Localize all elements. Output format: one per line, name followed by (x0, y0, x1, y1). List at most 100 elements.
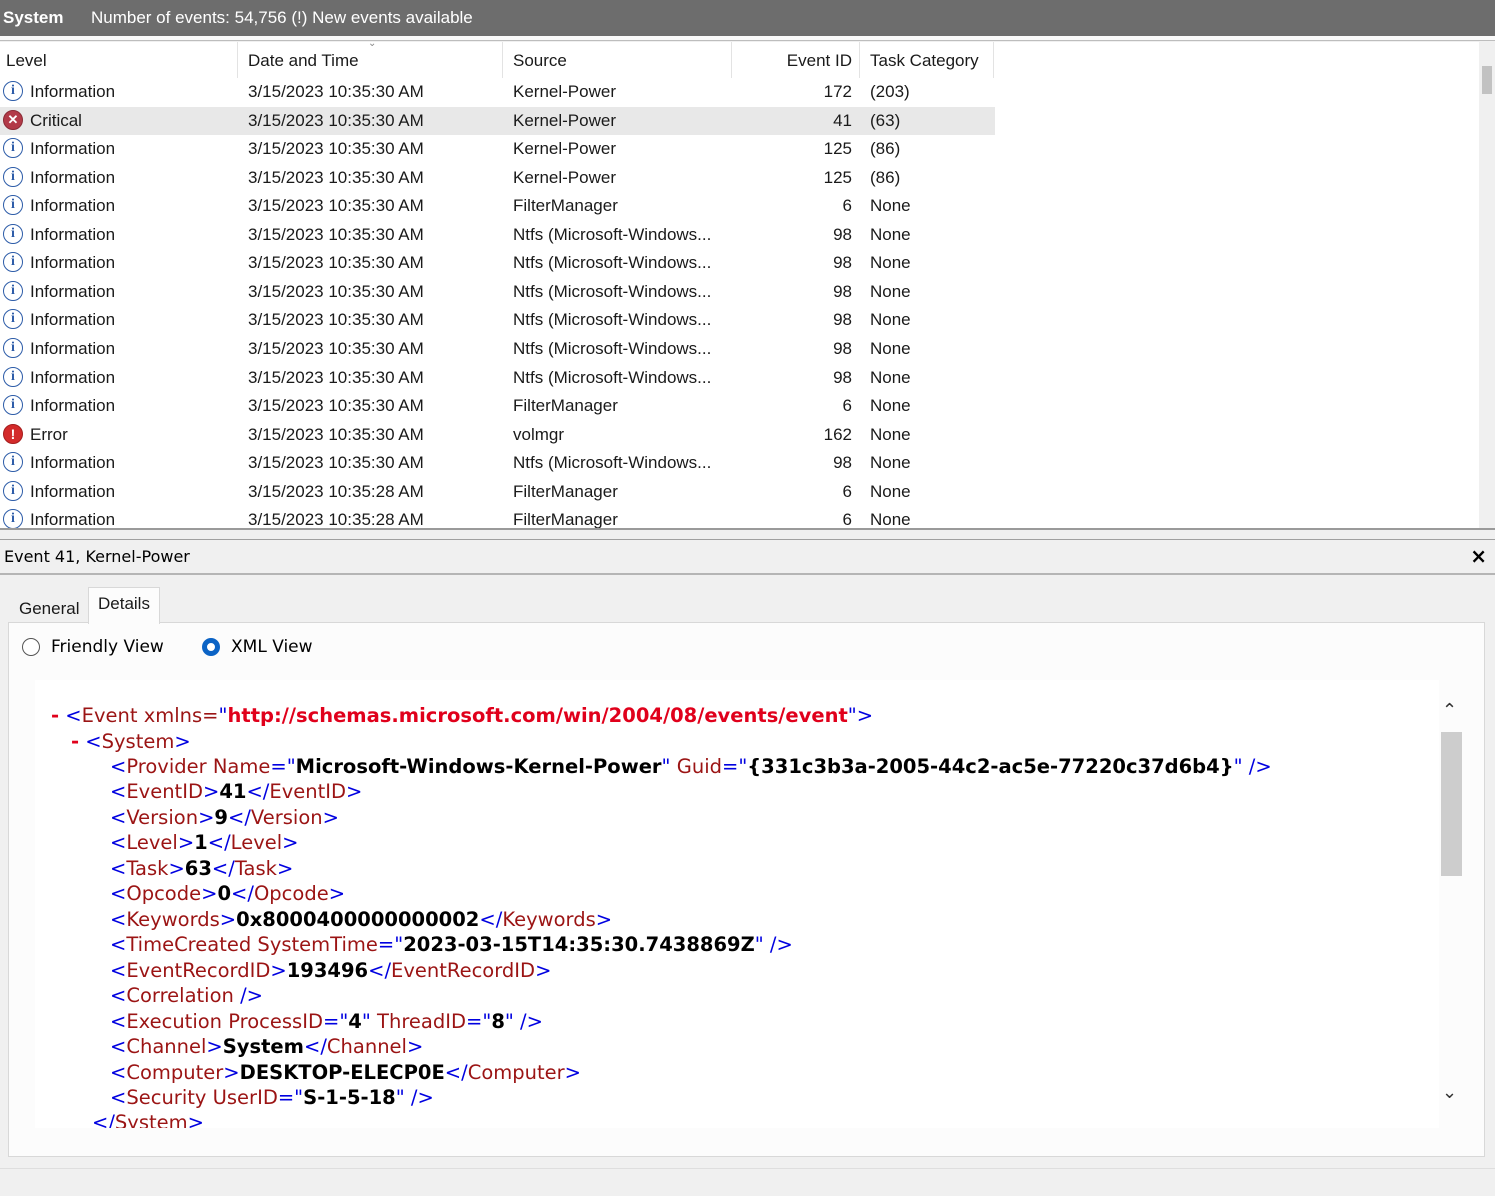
collapse-toggle[interactable]: - (71, 730, 79, 753)
cell-source: FilterManager (513, 481, 618, 501)
info-icon: i (3, 81, 23, 101)
cell-date-time: 3/15/2023 10:35:30 AM (248, 281, 424, 301)
cell-event-id: 98 (833, 253, 852, 273)
info-icon: i (3, 337, 23, 358)
xml-line-task: <Task>63</Task> (110, 857, 294, 880)
cell-level: Information (30, 510, 116, 528)
cell-source: Ntfs (Microsoft-Windows... (513, 281, 712, 301)
tab-details[interactable]: Details (88, 587, 160, 624)
table-row[interactable]: i Information 3/15/2023 10:35:30 AM Kernel-… (0, 164, 995, 192)
table-row[interactable]: i Information 3/15/2023 10:35:30 AM FilterM… (0, 392, 995, 420)
column-header-date[interactable]: Date and Time (248, 51, 359, 71)
cell-date-time: 3/15/2023 10:35:30 AM (248, 253, 424, 273)
xml-line-provider: <Provider Name="Microsoft-Windows-Kernel… (110, 755, 1272, 778)
cell-date-time: 3/15/2023 10:35:28 AM (248, 481, 424, 501)
cell-level: Information (30, 367, 116, 387)
table-row[interactable]: ! Error 3/15/2023 10:35:30 AM volmgr 162 None (0, 421, 995, 449)
xml-line-keywords: <Keywords>0x8000400000000002</Keywords> (110, 908, 613, 931)
cell-date-time: 3/15/2023 10:35:30 AM (248, 424, 424, 444)
radio-circle-selected[interactable] (202, 638, 220, 656)
cell-task-category: None (870, 310, 911, 330)
error-icon: ! (3, 423, 23, 444)
table-row[interactable]: i Information 3/15/2023 10:35:30 AM Ntfs (M… (0, 249, 995, 277)
events-table[interactable]: Level Date and Time ⌄ Source Event ID Ta… (0, 42, 1479, 528)
column-separator[interactable] (859, 42, 860, 78)
column-header-source[interactable]: Source (513, 51, 567, 71)
info-icon: i (3, 280, 23, 301)
xml-view-label: XML View (231, 637, 313, 657)
cell-task-category: None (870, 281, 911, 301)
xml-line-event: - <Event xmlns="http://schemas.microsoft… (51, 704, 874, 727)
table-row[interactable]: i Information 3/15/2023 10:35:30 AM Ntfs (M… (0, 335, 995, 363)
table-row[interactable]: i Information 3/15/2023 10:35:30 AM Ntfs (M… (0, 278, 995, 306)
table-row[interactable]: i Information 3/15/2023 10:35:28 AM FilterM… (0, 478, 995, 506)
cell-level: Information (30, 281, 116, 301)
table-row[interactable]: ✕ Critical 3/15/2023 10:35:30 AM Kernel-Pow… (0, 106, 995, 135)
cell-date-time: 3/15/2023 10:35:30 AM (248, 110, 424, 130)
cell-task-category: None (870, 338, 911, 358)
xml-line-recordid: <EventRecordID>193496</EventRecordID> (110, 959, 552, 982)
xml-line-version: <Version>9</Version> (110, 806, 339, 829)
xml-line-eventid: <EventID>41</EventID> (110, 780, 363, 803)
cell-date-time: 3/15/2023 10:35:30 AM (248, 367, 424, 387)
scroll-up-icon[interactable]: ⌃ (1442, 700, 1457, 721)
radio-circle[interactable] (22, 638, 40, 656)
cell-level: Information (30, 338, 116, 358)
cell-date-time: 3/15/2023 10:35:30 AM (248, 139, 424, 159)
xml-line-computer: <Computer>DESKTOP-ELECP0E</Computer> (110, 1061, 581, 1084)
xml-line-opcode: <Opcode>0</Opcode> (110, 882, 346, 905)
scrollbar-thumb[interactable] (1441, 732, 1462, 876)
column-separator[interactable] (731, 42, 732, 78)
cell-event-id: 6 (842, 196, 852, 216)
cell-event-id: 162 (823, 424, 852, 444)
cell-task-category: None (870, 253, 911, 273)
cell-source: Kernel-Power (513, 139, 616, 159)
log-name: System (3, 8, 64, 27)
collapse-toggle[interactable]: - (51, 704, 59, 727)
table-row[interactable]: i Information 3/15/2023 10:35:30 AM Kernel-… (0, 135, 995, 163)
table-row[interactable]: i Information 3/15/2023 10:35:30 AM Ntfs (M… (0, 306, 995, 334)
column-header-task-category[interactable]: Task Category (870, 51, 979, 71)
cell-source: Ntfs (Microsoft-Windows... (513, 310, 712, 330)
cell-task-category: None (870, 396, 911, 416)
cell-task-category: (86) (870, 167, 901, 187)
cell-level: Information (30, 453, 116, 473)
pane-splitter[interactable] (0, 528, 1495, 540)
cell-level: Information (30, 82, 116, 101)
info-icon: i (3, 309, 23, 330)
close-icon[interactable]: × (1470, 544, 1487, 568)
table-row[interactable]: i Information 3/15/2023 10:35:30 AM Ntfs (M… (0, 364, 995, 392)
cell-source: FilterManager (513, 510, 618, 528)
sort-indicator-icon: ⌄ (368, 42, 377, 49)
event-count-status[interactable]: Number of events: 54,756 (!) New events … (85, 8, 473, 28)
table-row[interactable]: i Information 3/15/2023 10:35:30 AM Ntfs (M… (0, 221, 995, 249)
table-row[interactable]: i Information 3/15/2023 10:35:30 AM FilterM… (0, 192, 995, 220)
column-header-level[interactable]: Level (6, 51, 47, 71)
column-separator[interactable] (502, 42, 503, 78)
info-icon: i (3, 166, 23, 187)
cell-source: Ntfs (Microsoft-Windows... (513, 453, 712, 473)
cell-date-time: 3/15/2023 10:35:30 AM (248, 453, 424, 473)
column-separator[interactable] (993, 42, 994, 78)
cell-level: Information (30, 139, 116, 159)
table-row[interactable]: i Information 3/15/2023 10:35:28 AM FilterM… (0, 506, 995, 528)
cell-event-id: 172 (823, 82, 852, 101)
info-icon: i (3, 480, 23, 501)
cell-source: Ntfs (Microsoft-Windows... (513, 224, 712, 244)
scroll-down-icon[interactable]: ⌄ (1442, 1082, 1457, 1103)
cell-event-id: 6 (842, 510, 852, 528)
xml-scrollbar[interactable]: ⌃ ⌄ (1439, 700, 1463, 1110)
table-row[interactable]: i Information 3/15/2023 10:35:30 AM Ntfs (M… (0, 449, 995, 477)
xml-viewer[interactable]: - <Event xmlns="http://schemas.microsoft… (35, 680, 1439, 1128)
scrollbar-thumb[interactable] (1482, 66, 1492, 94)
cell-source: Kernel-Power (513, 82, 616, 101)
table-row[interactable]: i Information 3/15/2023 10:35:30 AM Kernel-… (0, 78, 995, 106)
cell-date-time: 3/15/2023 10:35:30 AM (248, 338, 424, 358)
events-scrollbar[interactable] (1479, 42, 1495, 528)
cell-level: Critical (30, 110, 82, 130)
cell-event-id: 41 (833, 110, 852, 130)
column-separator[interactable] (237, 42, 238, 78)
tab-general[interactable]: General (10, 591, 88, 623)
cell-event-id: 98 (833, 281, 852, 301)
column-header-event-id[interactable]: Event ID (760, 51, 852, 71)
